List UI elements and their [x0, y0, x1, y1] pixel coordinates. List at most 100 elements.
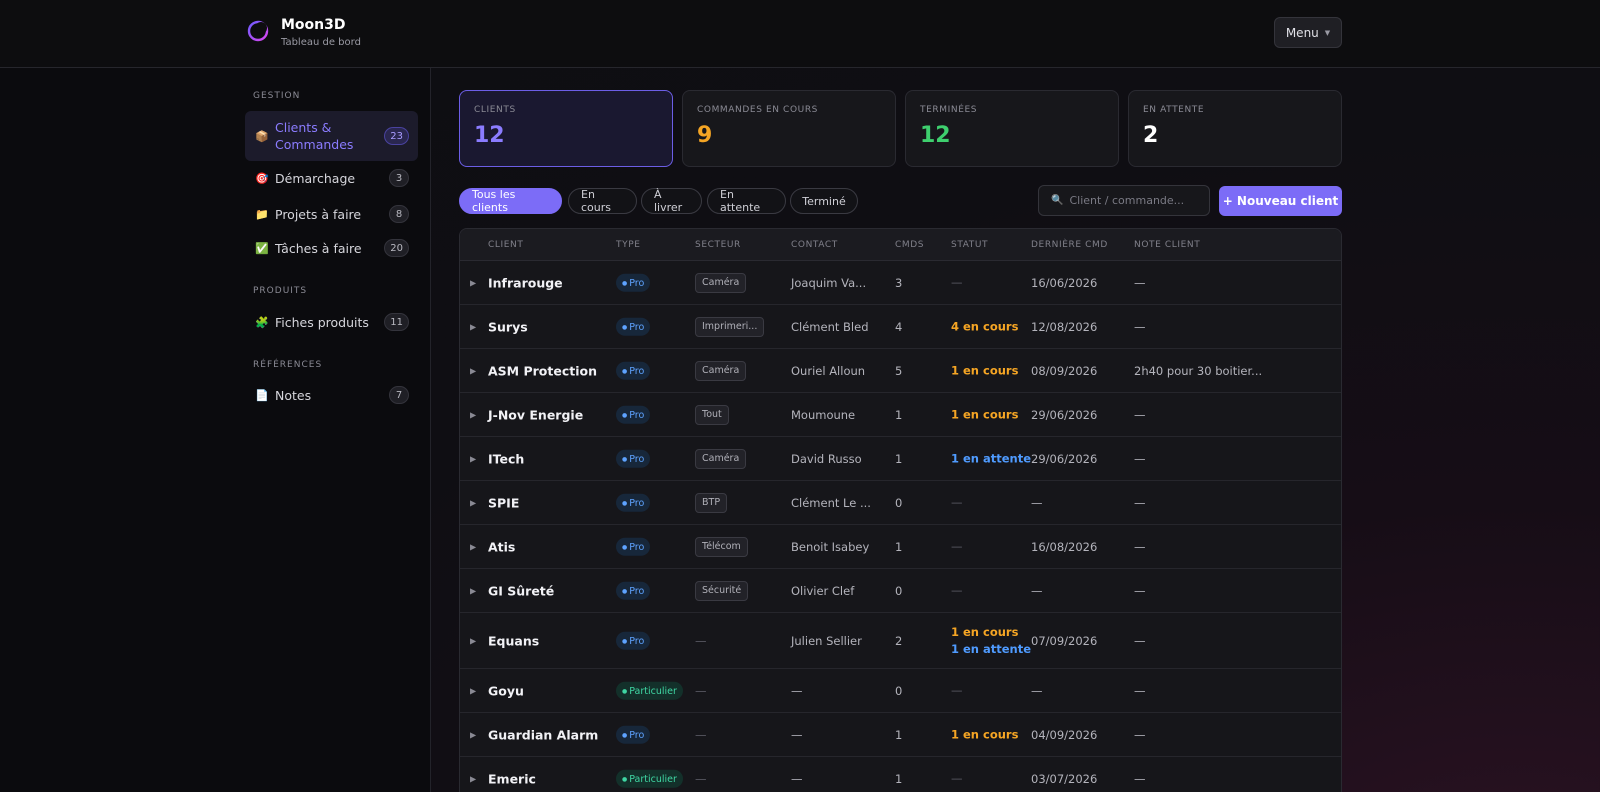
client-note: 2h40 pour 30 boitier...: [1134, 363, 1263, 378]
client-note: —: [1134, 495, 1146, 510]
table-row[interactable]: ▶ Surys ● Pro Imprimeri... Clément Bled 4 4 en…: [460, 305, 1341, 349]
status-cell: —: [951, 539, 963, 553]
cmds-count: 1: [895, 539, 903, 554]
count-badge: 3: [389, 169, 409, 187]
type-label: Pro: [629, 409, 645, 421]
table-row[interactable]: ▶ Emeric ● Particulier — — 1 — 03/07/2026 —: [460, 757, 1341, 792]
sidebar-item-taches[interactable]: ✅ Tâches à faire 20: [245, 236, 418, 260]
table-row[interactable]: ▶ Guardian Alarm ● Pro — — 1 1 en cours 04/09/2…: [460, 713, 1341, 757]
client-note: —: [1134, 633, 1146, 648]
type-label: Pro: [629, 541, 645, 553]
sidebar-item-notes[interactable]: 📄 Notes 7: [245, 383, 418, 407]
sector-tag: Télécom: [695, 536, 748, 557]
client-name[interactable]: Infrarouge: [488, 275, 563, 290]
expand-arrow-icon[interactable]: ▶: [470, 586, 476, 595]
sector-tag: Caméra: [695, 272, 747, 293]
table-row[interactable]: ▶ ITech ● Pro Caméra David Russo 1 1 en attent…: [460, 437, 1341, 481]
brand[interactable]: Moon3D Tableau de bord: [247, 16, 361, 48]
expand-arrow-icon[interactable]: ▶: [470, 278, 476, 287]
client-name[interactable]: Goyu: [488, 683, 524, 698]
contact-cell: Julien Sellier: [791, 633, 862, 648]
table-row[interactable]: ▶ Infrarouge ● Pro Caméra Joaquim Va... 3 — 16/…: [460, 261, 1341, 305]
new-client-button[interactable]: + Nouveau client: [1219, 186, 1342, 216]
table-row[interactable]: ▶ SPIE ● Pro BTP Clément Le ... 0 — — —: [460, 481, 1341, 525]
column-header-note-client[interactable]: NOTE CLIENT: [1134, 240, 1200, 250]
client-note: —: [1134, 683, 1146, 698]
expand-arrow-icon[interactable]: ▶: [470, 454, 476, 463]
client-name[interactable]: J-Nov Energie: [488, 407, 583, 422]
contact-cell: Clément Le ...: [791, 495, 871, 510]
sidebar-item-label: Projets à faire: [275, 206, 362, 222]
dot-icon: ●: [622, 367, 628, 375]
filter-tous-les-clients[interactable]: Tous les clients: [459, 188, 562, 214]
client-name[interactable]: Emeric: [488, 771, 536, 786]
expand-arrow-icon[interactable]: ▶: [470, 730, 476, 739]
client-note: —: [1134, 727, 1146, 742]
stat-label: CLIENTS: [474, 105, 516, 115]
column-header-cmds[interactable]: CMDS: [895, 240, 924, 250]
stat-card-clients[interactable]: CLIENTS 12: [459, 90, 673, 167]
filter-en-attente[interactable]: En attente: [707, 188, 786, 214]
contact-cell: —: [791, 727, 803, 742]
type-badge: ● Pro: [616, 449, 651, 468]
table-row[interactable]: ▶ Goyu ● Particulier — — 0 — — —: [460, 669, 1341, 713]
expand-arrow-icon[interactable]: ▶: [470, 774, 476, 783]
client-name[interactable]: Atis: [488, 539, 515, 554]
table-row[interactable]: ▶ Atis ● Pro Télécom Benoit Isabey 1 — 16/08/20…: [460, 525, 1341, 569]
sidebar-item-label: Clients & Commandes: [275, 120, 354, 152]
expand-arrow-icon[interactable]: ▶: [470, 366, 476, 375]
client-name[interactable]: ITech: [488, 451, 524, 466]
last-order-date: 12/08/2026: [1031, 319, 1098, 334]
column-header-secteur[interactable]: SECTEUR: [695, 240, 741, 250]
expand-arrow-icon[interactable]: ▶: [470, 542, 476, 551]
client-name[interactable]: SPIE: [488, 495, 519, 510]
search-box[interactable]: 🔍: [1038, 185, 1210, 216]
stat-card-commandes-en-cours[interactable]: COMMANDES EN COURS 9: [682, 90, 896, 167]
dot-icon: ●: [622, 455, 628, 463]
client-name[interactable]: Guardian Alarm: [488, 727, 598, 742]
column-header-client[interactable]: CLIENT: [488, 240, 523, 250]
sector-cell: BTP: [695, 492, 728, 513]
status-label: 1 en attente: [951, 641, 1032, 656]
client-name[interactable]: GI Sûreté: [488, 583, 554, 598]
table-row[interactable]: ▶ J-Nov Energie ● Pro Tout Moumoune 1 1 en cou…: [460, 393, 1341, 437]
sector-cell: —: [695, 727, 707, 742]
type-cell: ● Pro: [616, 405, 651, 424]
expand-arrow-icon[interactable]: ▶: [470, 636, 476, 645]
last-order-date: —: [1031, 583, 1043, 598]
search-input[interactable]: [1069, 194, 1200, 207]
expand-arrow-icon[interactable]: ▶: [470, 410, 476, 419]
count-badge: 8: [389, 205, 409, 223]
column-header-contact[interactable]: CONTACT: [791, 240, 838, 250]
type-label: Pro: [629, 453, 645, 465]
sidebar-item-label: Démarchage: [275, 170, 356, 186]
sidebar-item-demarchage[interactable]: 🎯 Démarchage 3: [245, 166, 418, 190]
column-header-derniere-cmd[interactable]: DERNIÈRE CMD: [1031, 240, 1108, 250]
stat-card-en-attente[interactable]: EN ATTENTE 2: [1128, 90, 1342, 167]
expand-arrow-icon[interactable]: ▶: [470, 322, 476, 331]
stat-card-terminees[interactable]: TERMINÉES 12: [905, 90, 1119, 167]
column-header-statut[interactable]: STATUT: [951, 240, 988, 250]
contact-cell: Joaquim Va...: [791, 275, 867, 290]
filter-a-livrer[interactable]: À livrer: [641, 188, 702, 214]
client-name[interactable]: ASM Protection: [488, 363, 597, 378]
client-note: —: [1134, 539, 1146, 554]
status-label: 1 en cours: [951, 363, 1019, 377]
sidebar-item-projets[interactable]: 📁 Projets à faire 8: [245, 202, 418, 226]
client-name[interactable]: Surys: [488, 319, 528, 334]
column-header-type[interactable]: TYPE: [616, 240, 641, 250]
filter-en-cours[interactable]: En cours: [568, 188, 637, 214]
type-badge: ● Pro: [616, 273, 651, 292]
client-name[interactable]: Equans: [488, 633, 539, 648]
sidebar-item-fiches-produits[interactable]: 🧩 Fiches produits 11: [245, 310, 418, 334]
expand-arrow-icon[interactable]: ▶: [470, 686, 476, 695]
sidebar-item-clients-commandes[interactable]: 📦 Clients & Commandes 23: [245, 111, 418, 161]
table-row[interactable]: ▶ Equans ● Pro — Julien Sellier 2 1 en cours 1 …: [460, 613, 1341, 669]
menu-button[interactable]: Menu ▼: [1274, 17, 1342, 48]
expand-arrow-icon[interactable]: ▶: [470, 498, 476, 507]
table-row[interactable]: ▶ GI Sûreté ● Pro Sécurité Olivier Clef 0 — — —: [460, 569, 1341, 613]
top-bar: Moon3D Tableau de bord Menu ▼: [0, 0, 1600, 68]
filter-termine[interactable]: Terminé: [790, 188, 858, 214]
table-row[interactable]: ▶ ASM Protection ● Pro Caméra Ouriel Alloun 5…: [460, 349, 1341, 393]
client-note: —: [1134, 451, 1146, 466]
